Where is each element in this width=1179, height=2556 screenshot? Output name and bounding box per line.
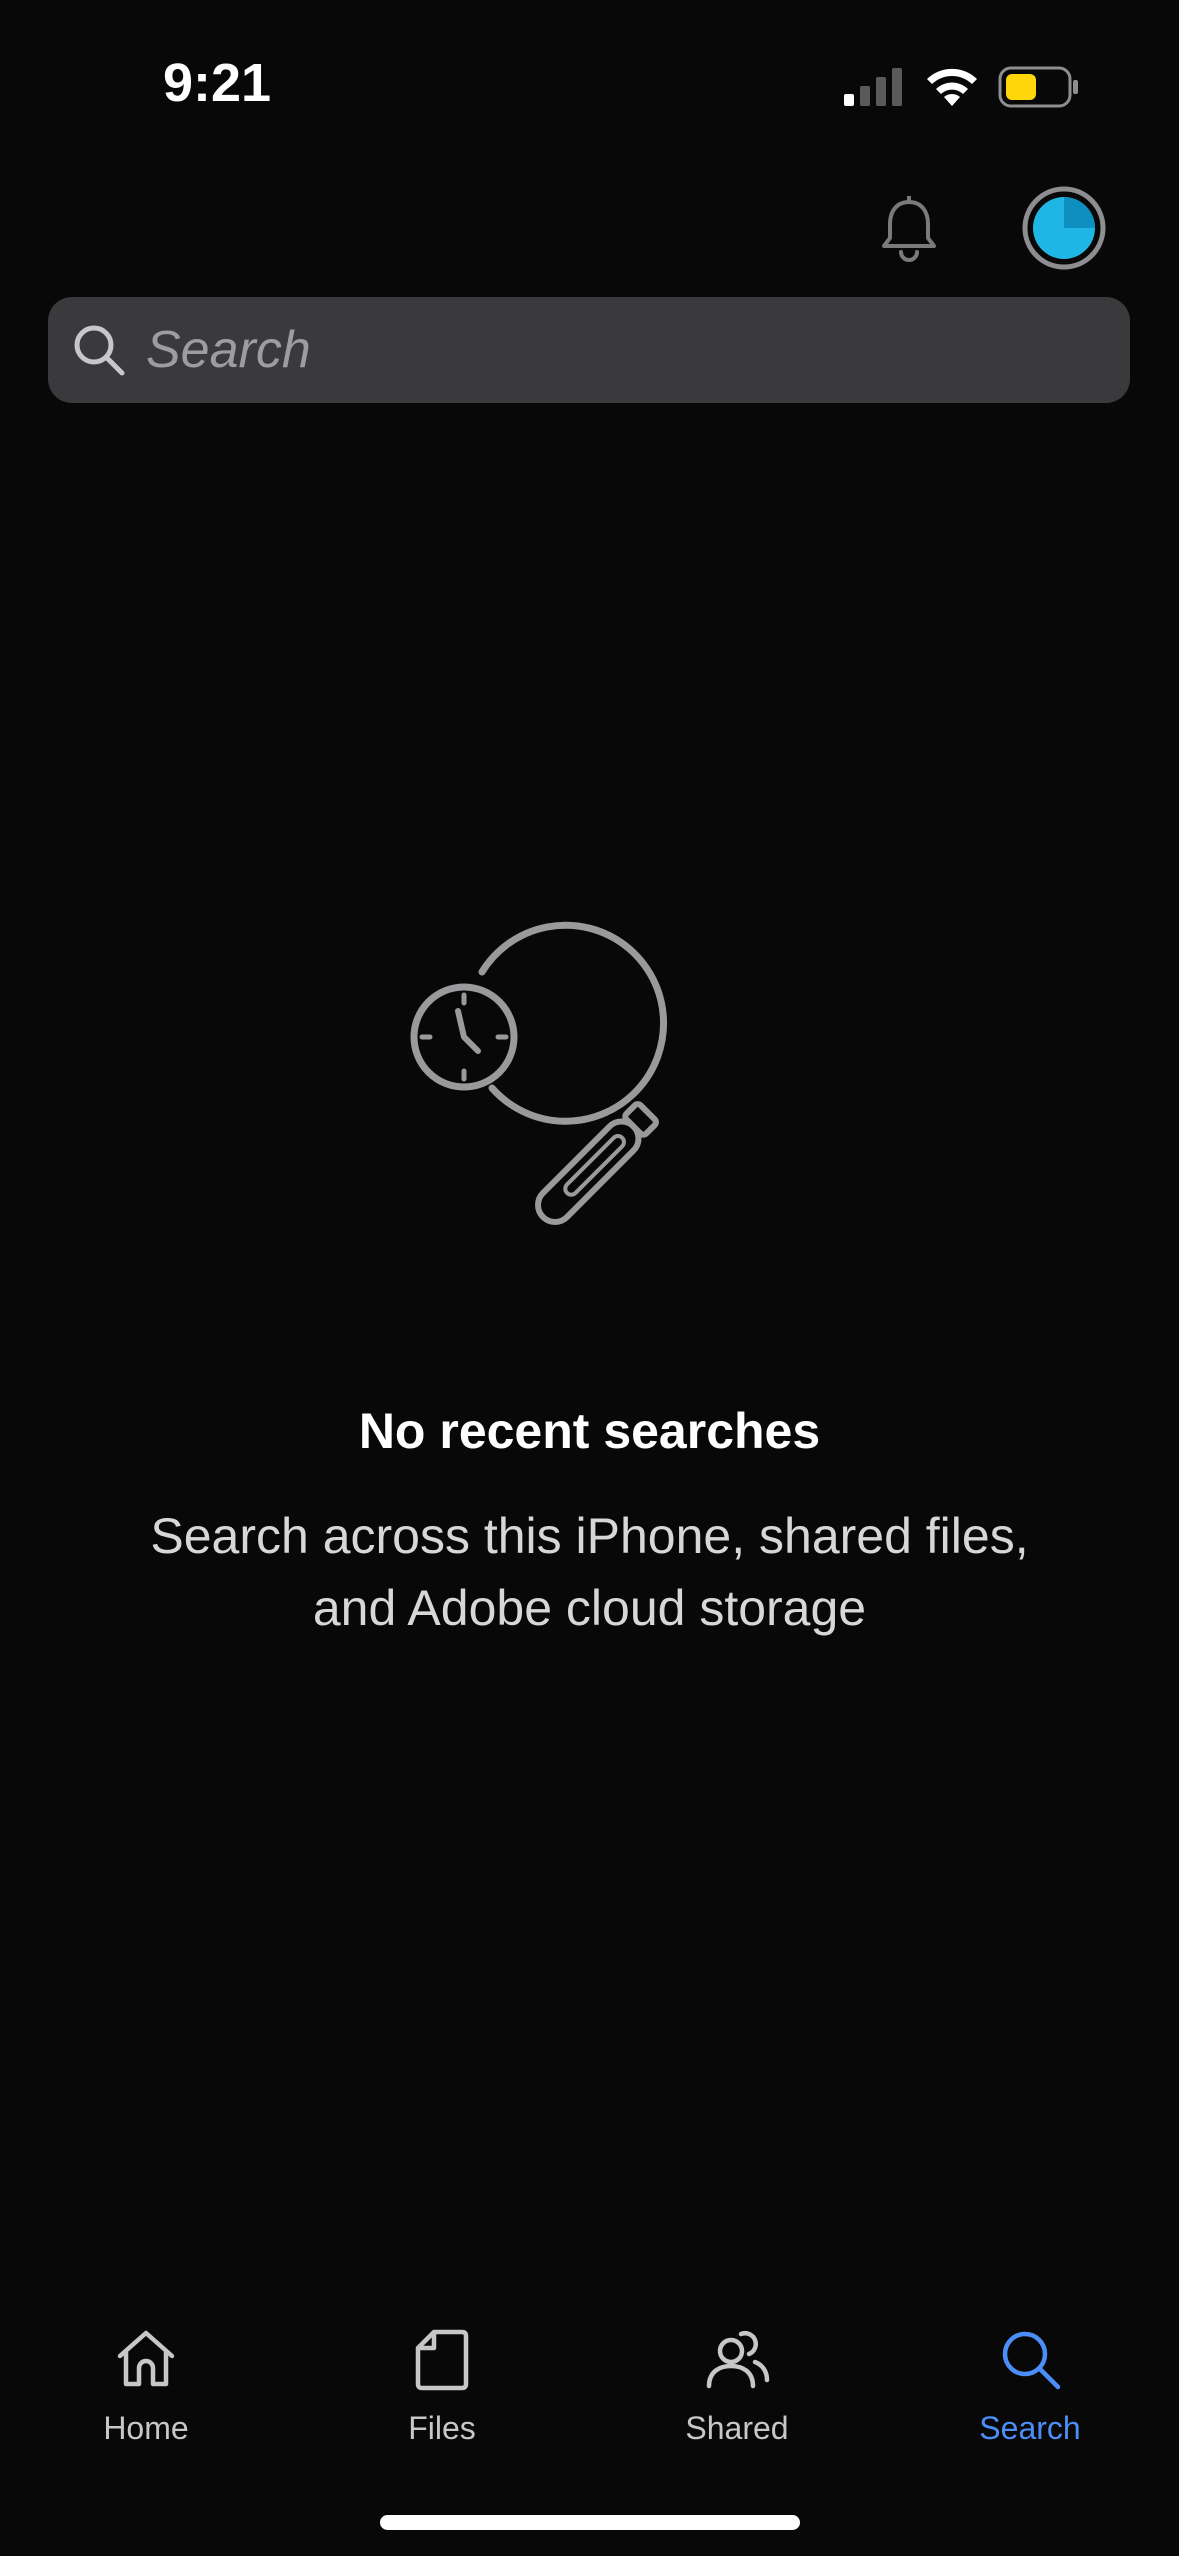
battery-icon: [998, 66, 1078, 108]
search-icon: [1002, 2331, 1061, 2390]
home-icon: [117, 2330, 175, 2387]
search-bar[interactable]: [48, 297, 1130, 403]
tab-home[interactable]: Home: [36, 2324, 256, 2474]
empty-state-subtitle: Search across this iPhone, shared files,…: [150, 1508, 1029, 1636]
tab-search[interactable]: Search: [920, 2324, 1140, 2474]
tab-files[interactable]: Files: [332, 2324, 552, 2474]
status-time: 9:21: [163, 53, 272, 113]
file-icon: [415, 2329, 469, 2391]
search-icon: [74, 325, 125, 376]
magnifier-clock-icon: [410, 921, 668, 1225]
bell-icon[interactable]: [878, 196, 940, 262]
top-actions: [0, 170, 1179, 290]
people-icon: [706, 2331, 770, 2389]
tab-shared-label: Shared: [685, 2410, 789, 2446]
wifi-icon: [927, 68, 977, 106]
cellular-signal-icon: [844, 68, 902, 106]
status-bar: 9:21: [0, 0, 1179, 170]
tab-files-label: Files: [408, 2410, 476, 2446]
avatar[interactable]: [1022, 186, 1106, 270]
empty-state-title: No recent searches: [358, 1403, 821, 1459]
home-indicator[interactable]: [380, 2515, 800, 2530]
tab-search-label: Search: [979, 2410, 1081, 2446]
search-input[interactable]: [146, 297, 1106, 403]
tab-shared[interactable]: Shared: [627, 2324, 847, 2474]
tab-home-label: Home: [103, 2410, 189, 2446]
